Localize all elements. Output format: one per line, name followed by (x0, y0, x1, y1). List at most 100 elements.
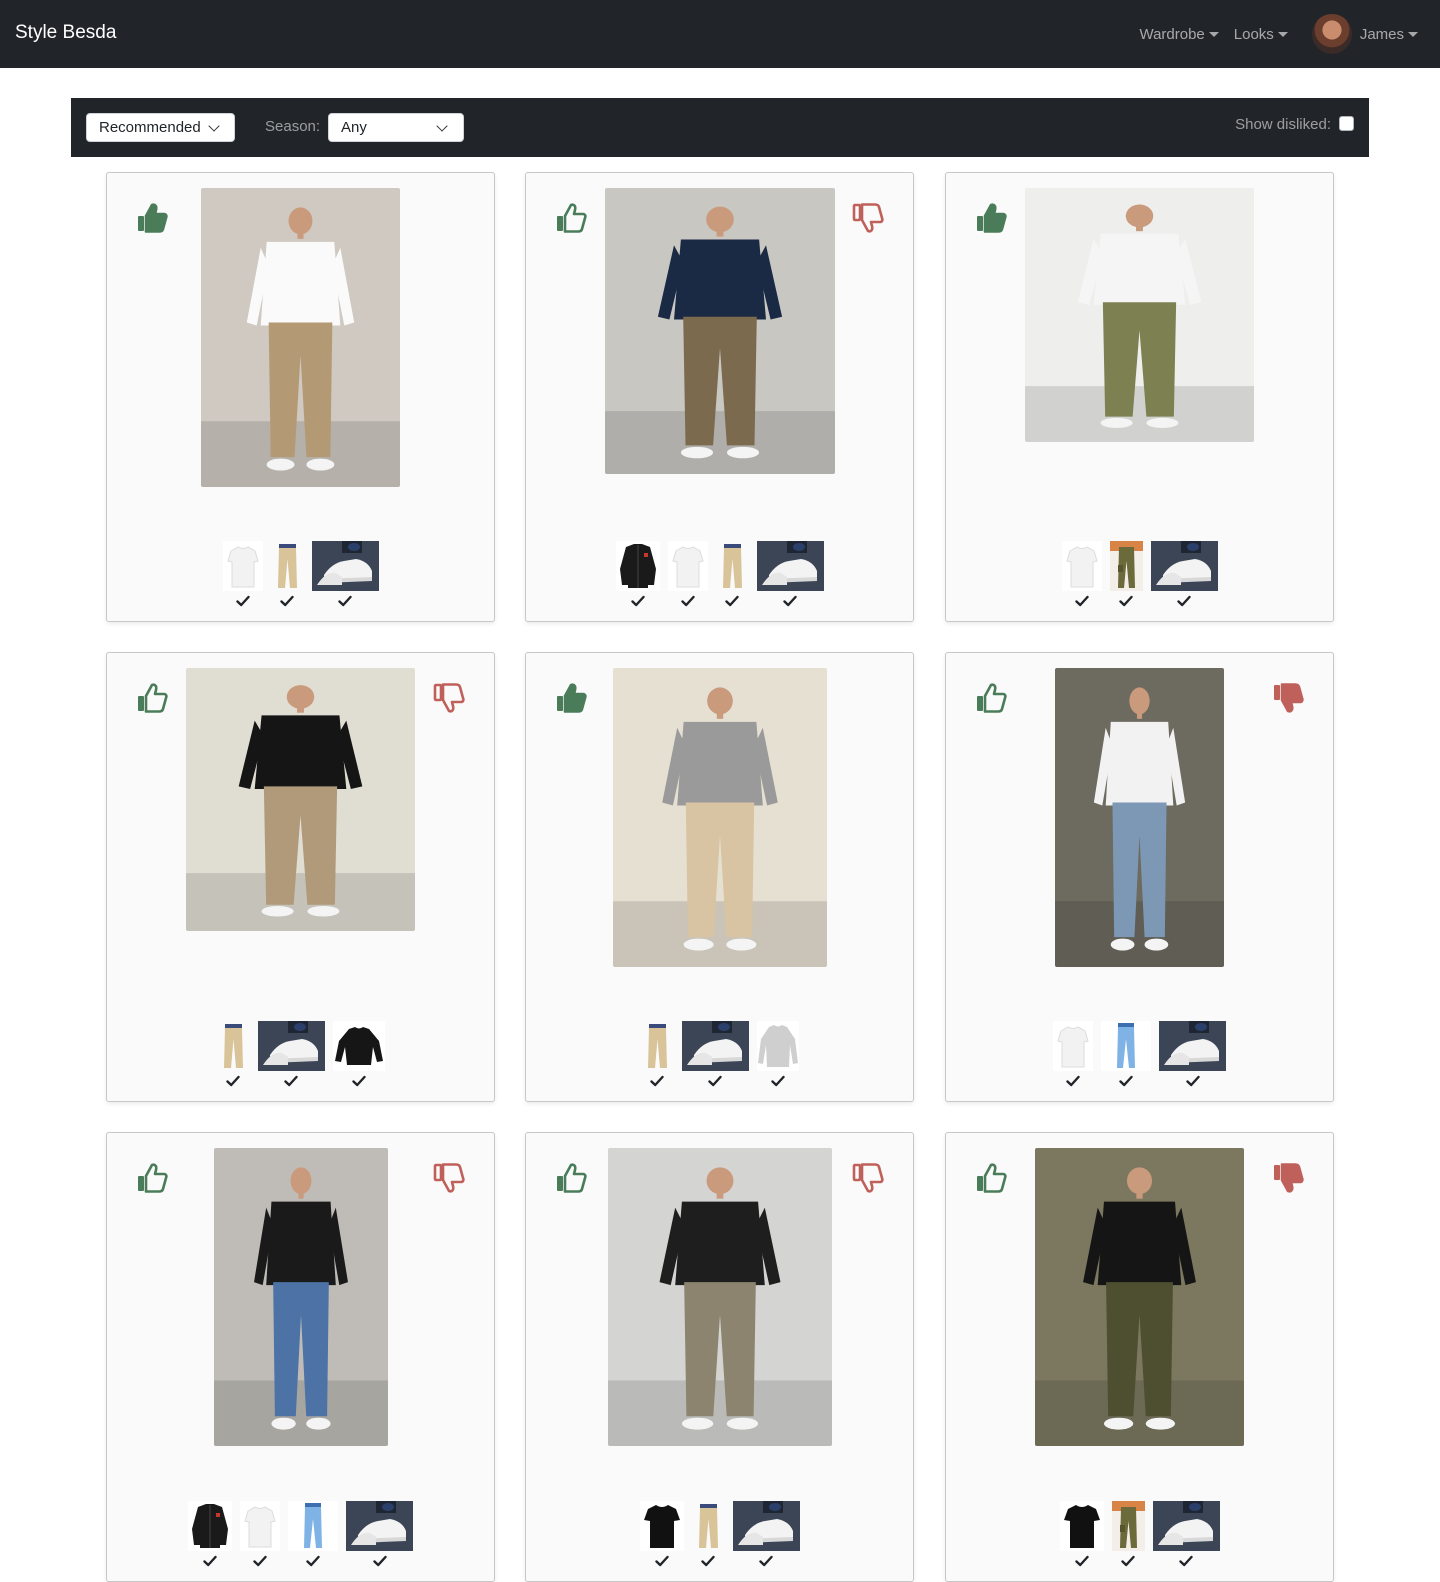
season-select-value: Any (341, 119, 367, 136)
wardrobe-item-black-bomber[interactable] (615, 541, 660, 607)
look-items (946, 541, 1333, 607)
look-items (526, 541, 913, 607)
season-label: Season: (265, 118, 321, 135)
look-photo[interactable] (1025, 188, 1254, 442)
wardrobe-item-white-tshirt[interactable] (667, 541, 708, 607)
wardrobe-item-white-sneakers[interactable] (257, 1021, 325, 1087)
wardrobe-item-black-tshirt[interactable] (639, 1501, 684, 1567)
wardrobe-item-blue-jeans[interactable] (288, 1501, 338, 1567)
wardrobe-item-olive-cargo[interactable] (1109, 541, 1143, 607)
check-icon (1179, 1554, 1193, 1567)
blue-jeans-thumbnail (1101, 1021, 1151, 1071)
wardrobe-item-khaki-pants[interactable] (691, 1501, 725, 1567)
black-tshirt-thumbnail (639, 1501, 684, 1551)
check-icon (1185, 1074, 1200, 1087)
check-icon (1074, 1554, 1089, 1567)
check-icon (253, 1554, 267, 1567)
check-icon (725, 594, 739, 607)
wardrobe-item-black-tshirt[interactable] (1059, 1501, 1104, 1567)
thumbs-up-icon[interactable] (554, 201, 588, 235)
wardrobe-item-white-sneakers[interactable] (681, 1021, 749, 1087)
look-card[interactable] (525, 652, 914, 1102)
khaki-pants-thumbnail (270, 541, 304, 591)
black-bomber-thumbnail (615, 541, 660, 591)
wardrobe-item-white-sneakers[interactable] (732, 1501, 800, 1567)
thumbs-up-icon[interactable] (974, 681, 1008, 715)
thumbs-up-icon[interactable] (554, 1161, 588, 1195)
look-card[interactable] (945, 652, 1334, 1102)
look-card[interactable] (945, 1132, 1334, 1582)
wardrobe-item-khaki-pants[interactable] (715, 541, 749, 607)
wardrobe-item-white-sneakers[interactable] (756, 541, 824, 607)
look-items (107, 1501, 494, 1567)
thumbs-down-filled-icon[interactable] (1271, 1161, 1305, 1195)
look-items (526, 1021, 913, 1087)
thumbs-down-icon[interactable] (851, 1161, 885, 1195)
white-sneakers-thumbnail (311, 541, 379, 591)
wardrobe-item-khaki-pants[interactable] (640, 1021, 674, 1087)
chevron-down-icon (436, 120, 448, 132)
look-photo[interactable] (608, 1148, 832, 1446)
thumbs-down-filled-icon[interactable] (1271, 681, 1305, 715)
look-card[interactable] (106, 1132, 495, 1582)
check-icon (701, 1554, 715, 1567)
thumbs-up-icon[interactable] (135, 681, 169, 715)
wardrobe-item-white-tshirt[interactable] (240, 1501, 280, 1567)
thumbs-down-icon[interactable] (432, 1161, 466, 1195)
wardrobe-item-white-sneakers[interactable] (1159, 1021, 1226, 1087)
check-icon (630, 594, 645, 607)
wardrobe-item-white-sneakers[interactable] (1152, 1501, 1220, 1567)
look-card[interactable] (945, 172, 1334, 622)
check-icon (783, 594, 797, 607)
look-items (107, 541, 494, 607)
white-tshirt-thumbnail (1053, 1021, 1093, 1071)
check-icon (1177, 594, 1191, 607)
look-photo[interactable] (605, 188, 835, 474)
look-photo[interactable] (1055, 668, 1224, 967)
check-icon (770, 1074, 785, 1087)
look-photo[interactable] (613, 668, 827, 967)
wardrobe-item-olive-cargo[interactable] (1111, 1501, 1145, 1567)
thumbs-down-icon[interactable] (851, 201, 885, 235)
wardrobe-item-white-sneakers[interactable] (1150, 541, 1218, 607)
wardrobe-item-black-bomber[interactable] (188, 1501, 232, 1567)
wardrobe-item-white-tshirt[interactable] (1061, 541, 1102, 607)
brand-logo[interactable]: Style Besda (15, 22, 116, 44)
wardrobe-item-black-sweater[interactable] (332, 1021, 385, 1087)
user-menu-dropdown[interactable]: James (1311, 14, 1418, 54)
black-sweater-thumbnail (332, 1021, 385, 1071)
khaki-pants-thumbnail (640, 1021, 674, 1071)
show-disliked-label: Show disliked: (1235, 116, 1331, 133)
wardrobe-item-white-sneakers[interactable] (311, 541, 379, 607)
wardrobe-item-grey-sweater[interactable] (756, 1021, 799, 1087)
look-card[interactable] (525, 172, 914, 622)
nav-wardrobe-dropdown[interactable]: Wardrobe (1139, 26, 1219, 43)
wardrobe-item-white-tshirt[interactable] (222, 541, 263, 607)
wardrobe-item-white-tshirt[interactable] (1053, 1021, 1093, 1087)
look-photo[interactable] (214, 1148, 388, 1446)
look-photo[interactable] (186, 668, 415, 931)
season-select[interactable]: Any (328, 113, 464, 142)
check-icon (1066, 1074, 1080, 1087)
look-photo[interactable] (201, 188, 400, 487)
look-card[interactable] (106, 172, 495, 622)
nav-looks-dropdown[interactable]: Looks (1234, 26, 1288, 43)
wardrobe-item-khaki-pants[interactable] (270, 541, 304, 607)
show-disliked-checkbox[interactable] (1339, 116, 1354, 131)
thumbs-up-filled-icon[interactable] (135, 201, 169, 235)
thumbs-down-icon[interactable] (432, 681, 466, 715)
wardrobe-item-blue-jeans[interactable] (1101, 1021, 1151, 1087)
thumbs-up-filled-icon[interactable] (554, 681, 588, 715)
thumbs-up-filled-icon[interactable] (974, 201, 1008, 235)
sort-select[interactable]: Recommended (86, 113, 235, 142)
check-icon (372, 1554, 387, 1567)
look-photo[interactable] (1035, 1148, 1244, 1446)
khaki-pants-thumbnail (715, 541, 749, 591)
look-card[interactable] (525, 1132, 914, 1582)
wardrobe-item-khaki-pants[interactable] (216, 1021, 250, 1087)
look-card[interactable] (106, 652, 495, 1102)
thumbs-up-icon[interactable] (974, 1161, 1008, 1195)
check-icon (1074, 594, 1089, 607)
wardrobe-item-white-sneakers[interactable] (346, 1501, 413, 1567)
thumbs-up-icon[interactable] (135, 1161, 169, 1195)
